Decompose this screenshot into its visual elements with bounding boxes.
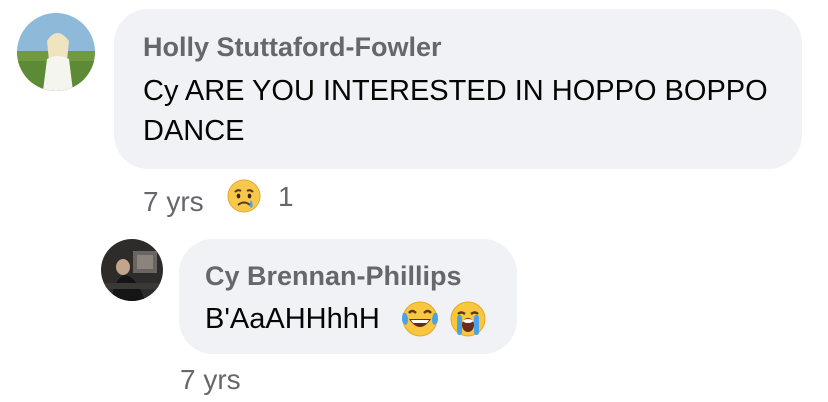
avatar[interactable] <box>17 13 95 91</box>
comment-thread: Holly Stuttaford-Fowler Cy ARE YOU INTER… <box>0 0 828 402</box>
laughing-tears-emoji <box>400 299 440 339</box>
reply-avatar[interactable] <box>101 239 163 301</box>
reaction-count[interactable]: 1 <box>278 181 294 213</box>
profile-photo-icon <box>101 239 163 301</box>
comment-text-line-2: DANCE <box>143 115 245 147</box>
comment-text-line-1: Cy ARE YOU INTERESTED IN HOPPO BOPPO <box>143 75 768 107</box>
comment-author[interactable]: Holly Stuttaford-Fowler <box>143 32 442 63</box>
loudly-crying-emoji <box>448 299 488 339</box>
reply-author[interactable]: Cy Brennan-Phillips <box>205 261 462 292</box>
sad-reaction-icon[interactable] <box>226 178 262 214</box>
comment-timestamp[interactable]: 7 yrs <box>143 186 204 218</box>
reply-text: B'AaAHHhhH <box>205 303 380 335</box>
profile-photo-icon <box>17 13 95 91</box>
reply-timestamp[interactable]: 7 yrs <box>180 364 241 396</box>
